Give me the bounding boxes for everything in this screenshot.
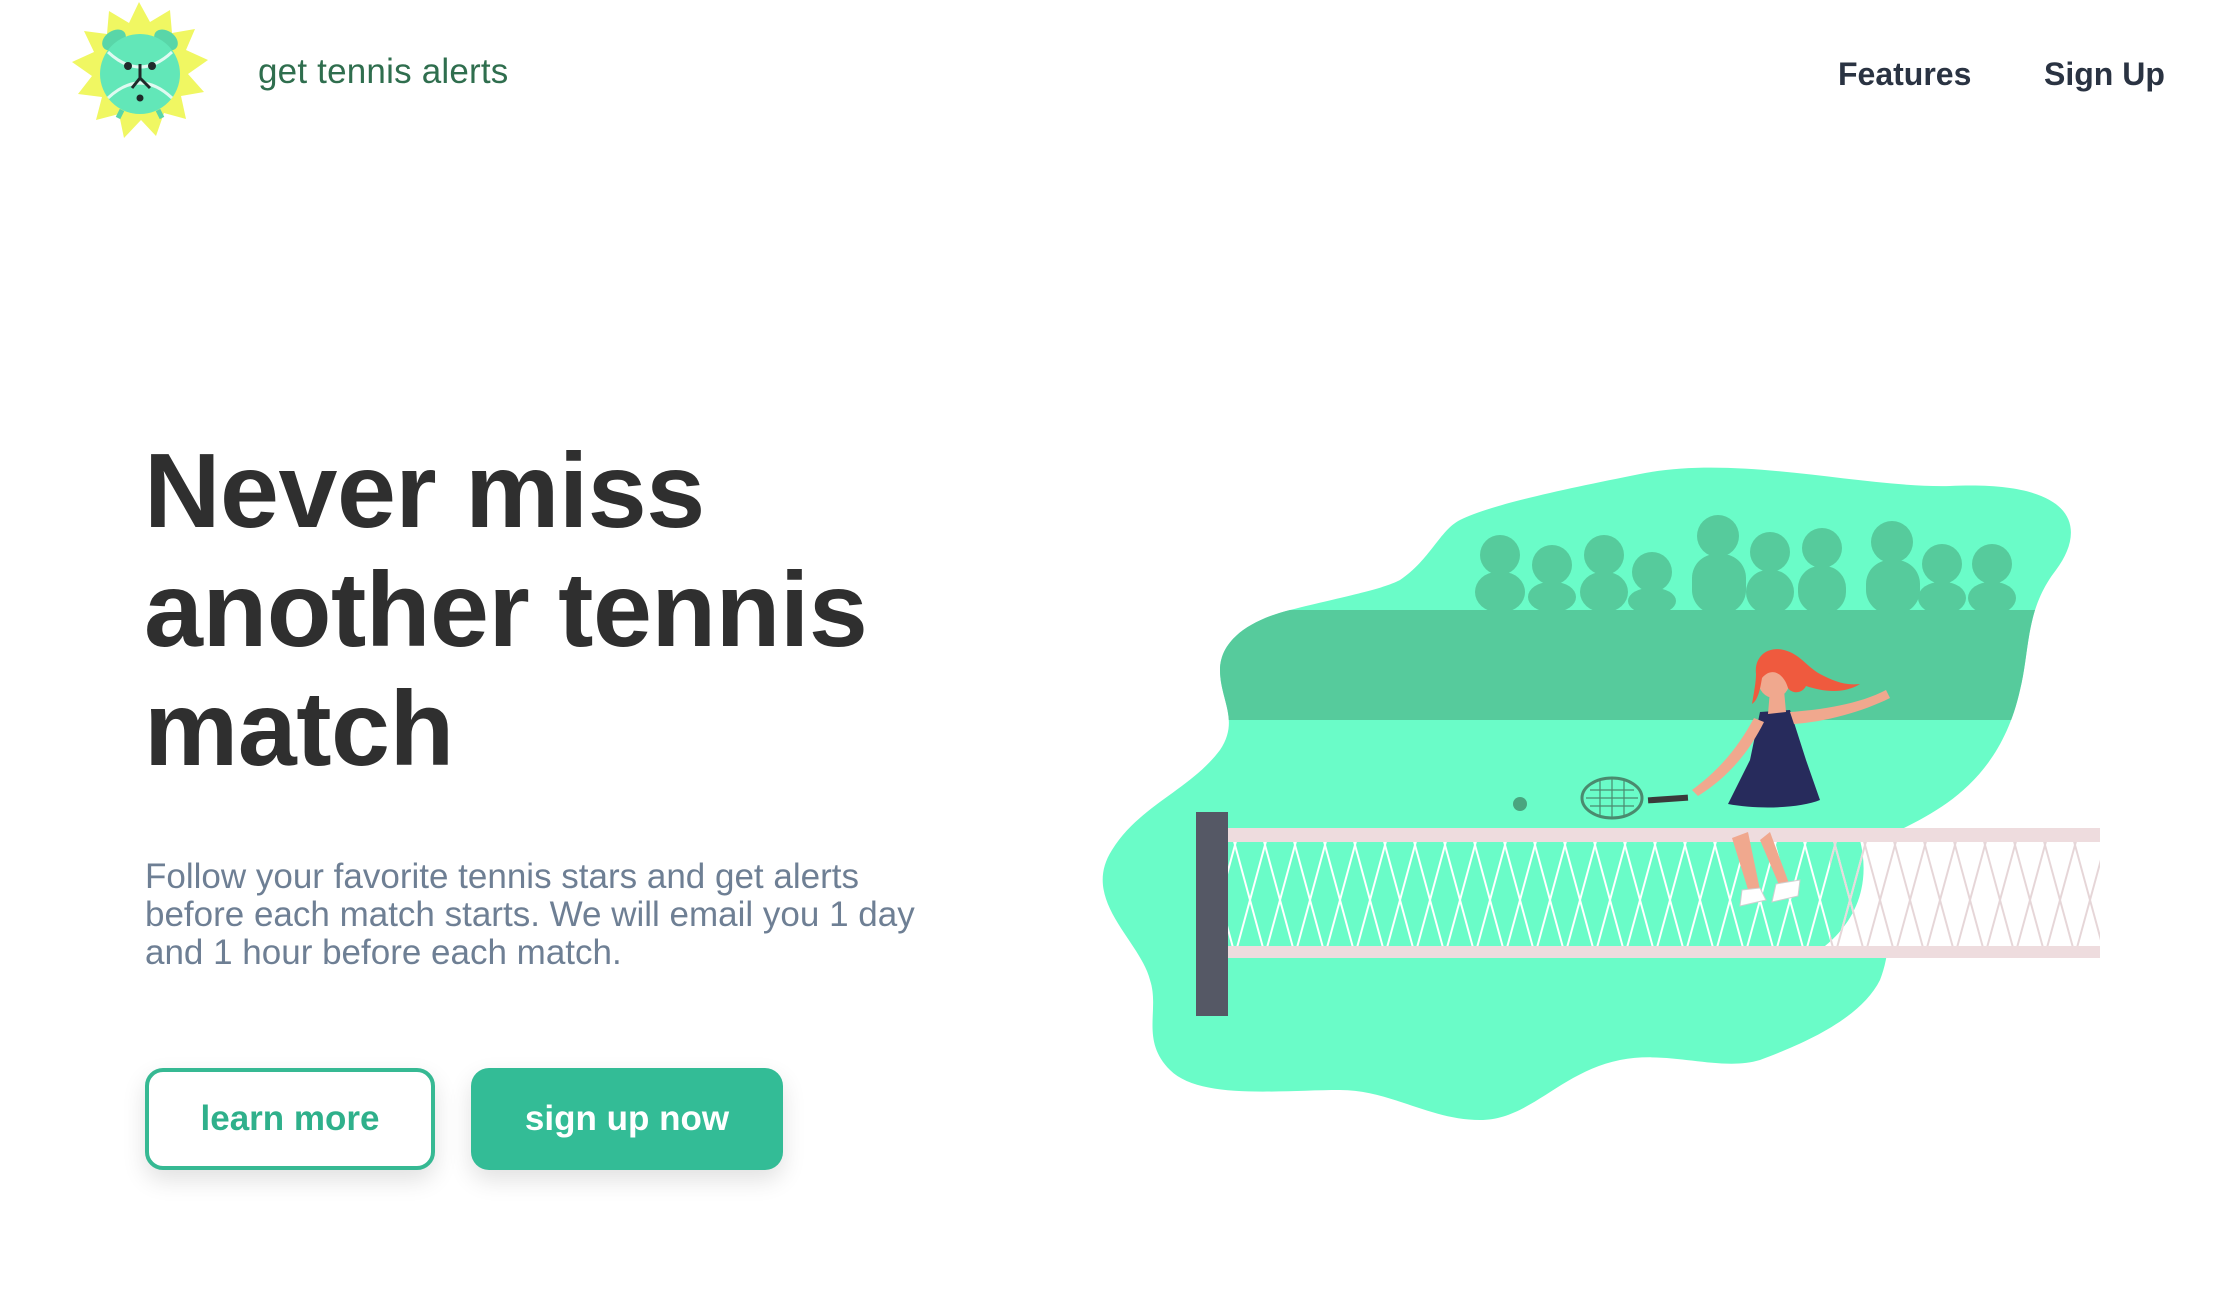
tennis-player-illustration-icon	[1100, 460, 2166, 1140]
alarm-clock-logo-icon[interactable]	[62, 2, 216, 148]
hero-title: Never miss another tennis match	[144, 432, 868, 788]
site-header: get tennis alerts Features Sign Up	[0, 0, 2226, 160]
learn-more-button[interactable]: learn more	[145, 1068, 435, 1170]
nav-features-link[interactable]: Features	[1838, 56, 1971, 93]
hero-subtitle: Follow your favorite tennis stars and ge…	[145, 857, 915, 972]
nav-signup-link[interactable]: Sign Up	[2044, 56, 2165, 93]
brand-name[interactable]: get tennis alerts	[258, 52, 509, 92]
sign-up-now-button[interactable]: sign up now	[471, 1068, 783, 1170]
